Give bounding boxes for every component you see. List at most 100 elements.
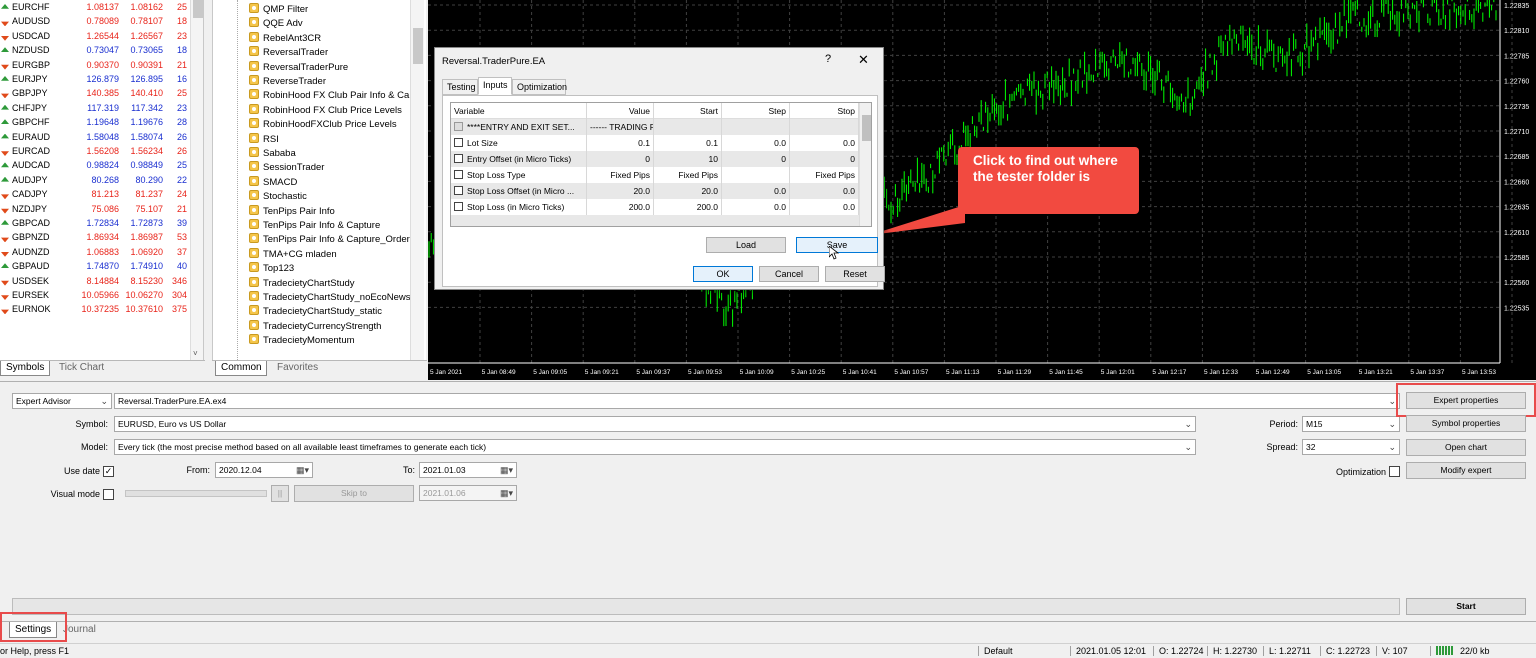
input-value-cell[interactable]: 200.0 bbox=[587, 199, 654, 215]
expert-advisor-select[interactable]: Reversal.TraderPure.EA.ex4 ⌄ bbox=[114, 393, 1400, 409]
market-watch-row[interactable]: AUDNZD 1.06883 1.06920 37 bbox=[0, 245, 203, 259]
input-row[interactable]: Stop Loss Type Fixed Pips Fixed Pips Fixed … bbox=[451, 167, 859, 183]
navigator-item[interactable]: Sababa bbox=[249, 147, 296, 161]
market-watch-row[interactable]: GBPCAD 1.72834 1.72873 39 bbox=[0, 216, 203, 230]
market-watch-row[interactable]: USDCAD 1.26544 1.26567 23 bbox=[0, 29, 203, 43]
period-select[interactable]: M15 ⌄ bbox=[1302, 416, 1400, 432]
navigator-item[interactable]: TradecietyChartStudy bbox=[249, 276, 355, 291]
input-step-cell[interactable] bbox=[722, 167, 790, 183]
visual-speed-slider[interactable] bbox=[125, 490, 267, 497]
navigator-item[interactable]: SMACD bbox=[249, 175, 297, 190]
input-value-cell[interactable]: 20.0 bbox=[587, 183, 654, 199]
input-start-cell[interactable] bbox=[654, 119, 722, 135]
market-watch-row[interactable]: EURCHF 1.08137 1.08162 25 bbox=[0, 0, 203, 14]
navigator-item[interactable]: Top123 bbox=[249, 262, 294, 276]
market-watch-row[interactable]: EURGBP 0.90370 0.90391 21 bbox=[0, 58, 203, 72]
market-watch-row[interactable]: CHFJPY 117.319 117.342 23 bbox=[0, 101, 203, 115]
tester-type-select[interactable]: Expert Advisor ⌄ bbox=[12, 393, 112, 409]
symbol-select[interactable]: EURUSD, Euro vs US Dollar ⌄ bbox=[114, 416, 1196, 432]
col-start[interactable]: Start bbox=[654, 103, 722, 119]
input-row[interactable]: Stop Loss (in Micro Ticks) 200.0 200.0 0.0 0… bbox=[451, 199, 859, 215]
market-watch-row[interactable]: EURSEK 10.05966 10.06270 304 bbox=[0, 288, 203, 302]
navigator-item[interactable]: Stochastic bbox=[249, 190, 307, 204]
navigator-item[interactable]: RebelAnt3CR bbox=[249, 31, 321, 46]
ok-button[interactable]: OK bbox=[693, 266, 753, 282]
navigator-scrollbar[interactable] bbox=[410, 0, 424, 360]
navigator-item[interactable]: ReverseTrader bbox=[249, 75, 326, 89]
input-step-cell[interactable]: 0.0 bbox=[722, 183, 790, 199]
tab-inputs[interactable]: Inputs bbox=[478, 77, 512, 95]
input-row[interactable]: ****ENTRY AND EXIT SET... ------ TRADING … bbox=[451, 119, 859, 135]
input-stop-cell[interactable]: 0.0 bbox=[790, 199, 859, 215]
tab-symbols[interactable]: Symbols bbox=[0, 361, 50, 376]
col-step[interactable]: Step bbox=[722, 103, 790, 119]
input-step-cell[interactable]: 0.0 bbox=[722, 199, 790, 215]
calendar-icon[interactable]: ▦▾ bbox=[296, 463, 309, 477]
market-watch-row[interactable]: EURNOK 10.37235 10.37610 375 bbox=[0, 302, 203, 316]
navigator-item[interactable]: ReversalTraderPure bbox=[249, 60, 348, 75]
symbol-properties-button[interactable]: Symbol properties bbox=[1406, 415, 1526, 432]
market-watch-row[interactable]: AUDUSD 0.78089 0.78107 18 bbox=[0, 14, 203, 28]
skip-to-date-field[interactable]: 2021.01.06 ▦▾ bbox=[419, 485, 517, 501]
input-stop-cell[interactable]: 0 bbox=[790, 151, 859, 167]
spread-select[interactable]: 32 ⌄ bbox=[1302, 439, 1400, 455]
navigator-item[interactable]: TradecietyChartStudy_static bbox=[249, 305, 382, 319]
input-start-cell[interactable]: 20.0 bbox=[654, 183, 722, 199]
from-date-field[interactable]: 2020.12.04 ▦▾ bbox=[215, 462, 313, 478]
input-checkbox[interactable] bbox=[454, 186, 463, 195]
input-checkbox[interactable] bbox=[454, 154, 463, 163]
market-watch-row[interactable]: GBPJPY 140.385 140.410 25 bbox=[0, 86, 203, 100]
navigator-item[interactable]: TenPips Pair Info bbox=[249, 204, 335, 219]
market-watch-row[interactable]: NZDUSD 0.73047 0.73065 18 bbox=[0, 43, 203, 57]
input-start-cell[interactable]: 200.0 bbox=[654, 199, 722, 215]
navigator-item[interactable]: ReversalTrader bbox=[249, 46, 328, 60]
input-step-cell[interactable]: 0.0 bbox=[722, 135, 790, 151]
input-row[interactable]: Stop Loss Offset (in Micro ... 20.0 20.0 0.… bbox=[451, 183, 859, 199]
skip-to-button[interactable]: Skip to bbox=[294, 485, 414, 502]
market-watch-row[interactable]: EURAUD 1.58048 1.58074 26 bbox=[0, 130, 203, 144]
input-start-cell[interactable]: 0.1 bbox=[654, 135, 722, 151]
navigator-item[interactable]: TenPips Pair Info & Capture bbox=[249, 219, 380, 233]
input-start-cell[interactable]: Fixed Pips bbox=[654, 167, 722, 183]
navigator-item[interactable]: TradecietyChartStudy_noEcoNews bbox=[249, 291, 411, 305]
input-row[interactable]: Lot Size 0.1 0.1 0.0 0.0 bbox=[451, 135, 859, 151]
input-step-cell[interactable] bbox=[722, 119, 790, 135]
input-checkbox[interactable] bbox=[454, 138, 463, 147]
status-profile[interactable]: Default bbox=[984, 644, 1013, 658]
cancel-button[interactable]: Cancel bbox=[759, 266, 819, 282]
input-stop-cell[interactable]: 0.0 bbox=[790, 135, 859, 151]
col-stop[interactable]: Stop bbox=[790, 103, 859, 119]
to-date-field[interactable]: 2021.01.03 ▦▾ bbox=[419, 462, 517, 478]
navigator-item[interactable]: TradecietyMomentum bbox=[249, 334, 355, 348]
market-watch-row[interactable]: GBPCHF 1.19648 1.19676 28 bbox=[0, 115, 203, 129]
optimization-checkbox[interactable] bbox=[1389, 466, 1400, 477]
tab-testing[interactable]: Testing bbox=[442, 79, 478, 95]
market-watch-row[interactable]: NZDJPY 75.086 75.107 21 bbox=[0, 202, 203, 216]
input-stop-cell[interactable]: 0.0 bbox=[790, 183, 859, 199]
market-watch-row[interactable]: EURJPY 126.879 126.895 16 bbox=[0, 72, 203, 86]
col-variable[interactable]: Variable bbox=[451, 103, 587, 119]
pause-button[interactable]: || bbox=[271, 485, 289, 502]
input-checkbox[interactable] bbox=[454, 202, 463, 211]
input-row[interactable]: Entry Offset (in Micro Ticks) 0 10 0 0 bbox=[451, 151, 859, 167]
tab-optimization[interactable]: Optimization bbox=[512, 79, 567, 95]
navigator-item[interactable]: RSI bbox=[249, 132, 279, 147]
navigator-item[interactable]: RobinHood FX Club Pair Info & Ca bbox=[249, 89, 409, 103]
input-stop-cell[interactable]: Fixed Pips bbox=[790, 167, 859, 183]
close-icon[interactable]: ✕ bbox=[858, 52, 869, 68]
input-stop-cell[interactable] bbox=[790, 119, 859, 135]
visual-mode-checkbox[interactable] bbox=[103, 489, 114, 500]
use-date-checkbox[interactable]: ✓ bbox=[103, 466, 114, 477]
market-watch-row[interactable]: GBPAUD 1.74870 1.74910 40 bbox=[0, 259, 203, 273]
navigator-item[interactable]: RobinHood FX Club Price Levels bbox=[249, 103, 402, 118]
tab-tick-chart[interactable]: Tick Chart bbox=[54, 361, 114, 376]
input-checkbox[interactable] bbox=[454, 122, 463, 131]
input-value-cell[interactable]: ------ TRADING PARAMETERS bbox=[587, 119, 654, 135]
model-select[interactable]: Every tick (the most precise method base… bbox=[114, 439, 1196, 455]
start-button[interactable]: Start bbox=[1406, 598, 1526, 615]
input-value-cell[interactable]: Fixed Pips bbox=[587, 167, 654, 183]
col-value[interactable]: Value bbox=[587, 103, 654, 119]
calendar-icon[interactable]: ▦▾ bbox=[500, 486, 513, 500]
input-step-cell[interactable]: 0 bbox=[722, 151, 790, 167]
navigator-item[interactable]: TenPips Pair Info & Capture_Order bbox=[249, 233, 410, 247]
